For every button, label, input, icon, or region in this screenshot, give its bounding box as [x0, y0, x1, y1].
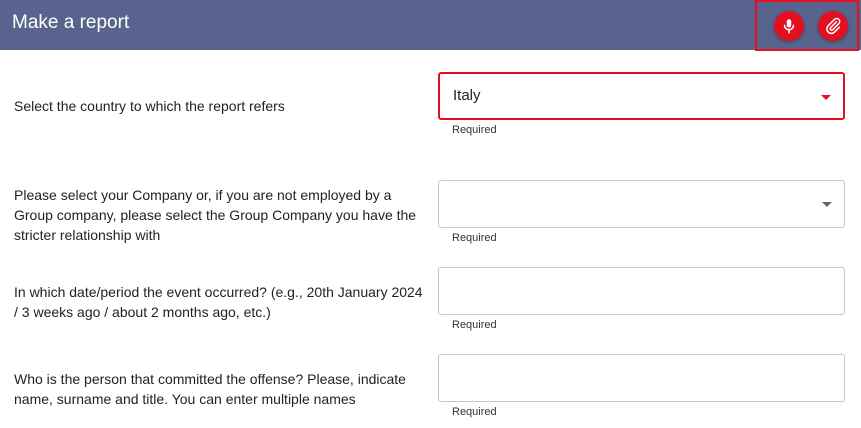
- company-select[interactable]: [438, 180, 845, 228]
- chevron-down-icon: [822, 202, 832, 207]
- offender-helper-text: Required: [452, 406, 497, 418]
- country-question-label: Select the country to which the report r…: [14, 98, 285, 114]
- country-select-value: Italy: [453, 87, 481, 104]
- country-select[interactable]: Italy: [438, 72, 845, 120]
- event-date-input[interactable]: [438, 267, 845, 315]
- event-date-helper-text: Required: [452, 319, 497, 331]
- attach-file-button[interactable]: [818, 11, 848, 41]
- microphone-icon: [783, 19, 795, 34]
- offender-input[interactable]: [438, 354, 845, 402]
- offender-question-label: Who is the person that committed the off…: [14, 371, 406, 407]
- chevron-down-icon: [821, 95, 831, 100]
- header-actions-group: [755, 0, 859, 51]
- country-helper-text: Required: [452, 124, 497, 136]
- event-date-question-label: In which date/period the event occurred?…: [14, 284, 423, 320]
- page-title: Make a report: [12, 12, 130, 33]
- paperclip-icon: [826, 17, 841, 35]
- company-helper-text: Required: [452, 232, 497, 244]
- page-header: Make a report: [0, 0, 861, 51]
- company-question-label: Please select your Company or, if you ar…: [14, 187, 417, 243]
- voice-report-button[interactable]: [774, 11, 804, 41]
